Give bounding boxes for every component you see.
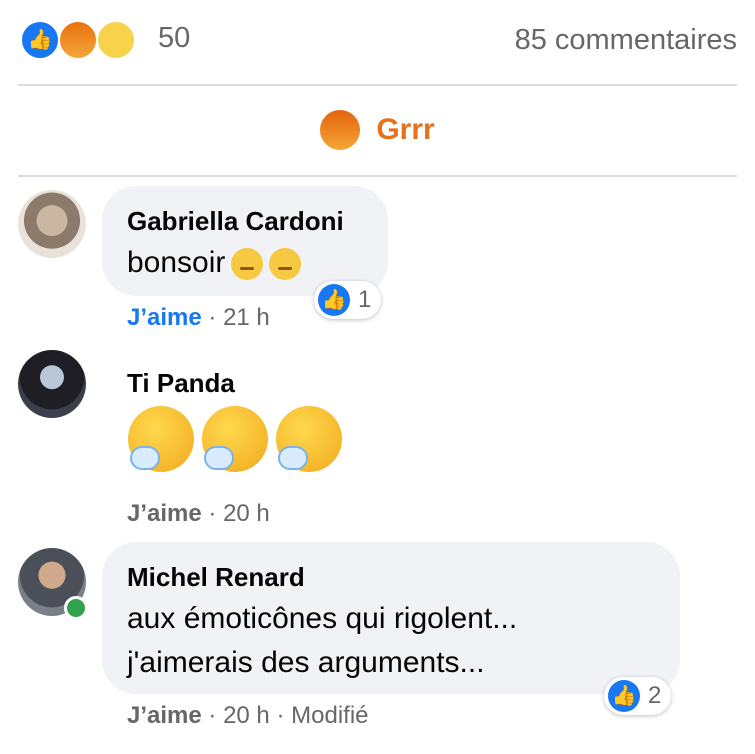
like-button[interactable]: J’aime	[127, 702, 202, 729]
thinking-face-icon	[128, 406, 194, 472]
separator: ·	[208, 304, 217, 331]
separator: ·	[208, 702, 217, 729]
comment-author[interactable]: Gabriella Cardoni	[127, 206, 344, 237]
divider	[18, 175, 737, 177]
comment-meta: J’aime · 21 h	[127, 304, 270, 332]
comment-reactions[interactable]: 👍 2	[604, 677, 672, 715]
relieved-icon	[269, 248, 302, 281]
comment-reactions[interactable]: 👍 1	[314, 281, 382, 319]
comment-time[interactable]: 21 h	[223, 304, 270, 331]
like-icon: 👍	[318, 284, 350, 316]
reaction-icons[interactable]: 👍	[20, 20, 140, 60]
like-button[interactable]: J’aime	[127, 304, 202, 331]
comment-author[interactable]: Ti Panda	[127, 368, 235, 399]
comment-meta: J’aime · 20 h	[127, 500, 270, 528]
comment-emojis	[128, 406, 342, 472]
angry-icon	[58, 20, 98, 60]
divider	[18, 84, 737, 86]
separator: ·	[276, 702, 285, 729]
edited-label: Modifié	[291, 702, 369, 729]
comment-meta: J’aime · 20 h · Modifié	[127, 702, 369, 730]
angry-icon	[320, 110, 361, 150]
reactions-summary: 👍 50 85 commentaires	[0, 0, 755, 84]
like-icon: 👍	[20, 20, 60, 60]
comment-text-line: j'aimerais des arguments...	[127, 646, 485, 679]
reaction-count[interactable]: 50	[158, 22, 190, 55]
sad-icon	[96, 20, 136, 60]
comment-time[interactable]: 20 h	[223, 500, 270, 527]
comment-text-content: bonsoir	[127, 246, 226, 279]
avatar[interactable]	[18, 190, 86, 258]
comment-time[interactable]: 20 h	[223, 702, 270, 729]
like-button[interactable]: J’aime	[127, 500, 202, 527]
comments-count[interactable]: 85 commentaires	[515, 24, 737, 57]
separator: ·	[208, 500, 217, 527]
online-status-indicator	[64, 596, 88, 620]
pensive-icon	[231, 248, 264, 281]
filter-label: Grrr	[376, 113, 435, 146]
thinking-face-icon	[276, 406, 342, 472]
thinking-face-icon	[202, 406, 268, 472]
avatar[interactable]	[18, 350, 86, 418]
like-icon: 👍	[608, 680, 640, 712]
comment-text-line: aux émoticônes qui rigolent...	[127, 602, 518, 635]
comment-reaction-count: 2	[648, 682, 662, 709]
reaction-filter[interactable]: Grrr	[0, 110, 755, 154]
comment-author[interactable]: Michel Renard	[127, 562, 305, 593]
comment-reaction-count: 1	[358, 286, 372, 313]
comment-text: bonsoir	[127, 241, 302, 285]
